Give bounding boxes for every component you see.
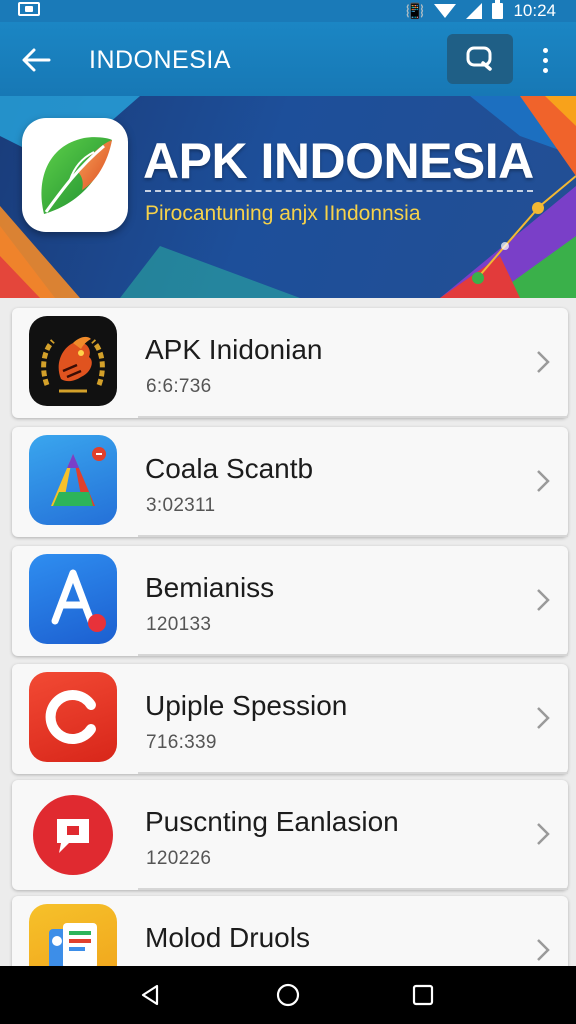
navigation-bar (0, 966, 576, 1024)
banner-divider (145, 190, 533, 192)
list-item[interactable]: Bemianiss 120133 (12, 546, 568, 656)
vibrate-icon: 📳 (405, 3, 425, 20)
search-button[interactable] (447, 34, 513, 84)
app-name: Molod Druols (145, 922, 310, 953)
app-meta: 120226 (146, 848, 212, 869)
list-item[interactable]: APK Inidonian 6:6:736 (12, 308, 568, 418)
status-icons: 📳 10:24 (406, 0, 556, 22)
banner: APK INDONESIA Pirocantuning anjx IIndonn… (0, 96, 576, 298)
app-name: APK Inidonian (145, 334, 323, 365)
chevron-right-icon (537, 707, 550, 729)
notification-icon (18, 2, 40, 16)
app-meta: 6:6:736 (146, 376, 212, 397)
more-options-button[interactable] (530, 40, 560, 80)
triangle-a-icon (29, 435, 117, 525)
recents-nav-button[interactable] (403, 980, 443, 1010)
banner-title: APK INDONESIA (143, 133, 534, 189)
back-nav-button[interactable] (130, 980, 170, 1010)
tiger-emblem-icon (29, 316, 117, 406)
app-meta: 3:02311 (146, 495, 216, 516)
list-item[interactable]: Coala Scantb 3:02311 (12, 427, 568, 537)
list-item[interactable]: Upiple Spession 716:339 (12, 664, 568, 774)
battery-icon (492, 0, 504, 19)
banner-subtitle: Pirocantuning anjx IIndonnsia (145, 202, 421, 225)
red-chat-icon (29, 788, 117, 878)
app-meta: 716:339 (146, 732, 217, 753)
leaf-logo-icon (41, 137, 113, 214)
red-c-icon (29, 672, 117, 762)
more-vert-icon (542, 47, 548, 53)
signal-icon (466, 3, 483, 19)
chevron-right-icon (537, 589, 550, 611)
home-nav-button[interactable] (268, 980, 308, 1010)
wifi-icon (434, 4, 457, 18)
recents-nav-icon (412, 984, 434, 1006)
page-title: INDONESIA (89, 46, 232, 74)
app-store-a-icon (29, 554, 117, 644)
banner-logo (22, 118, 128, 232)
app-meta: 120133 (146, 614, 212, 635)
chevron-right-icon (537, 823, 550, 845)
search-icon (466, 46, 492, 71)
chevron-right-icon (537, 470, 550, 492)
app-name: Puscnting Eanlasion (145, 806, 399, 837)
chevron-right-icon (537, 351, 550, 373)
list-item[interactable]: Puscnting Eanlasion 120226 (12, 780, 568, 890)
back-button[interactable] (18, 42, 54, 78)
back-nav-icon (141, 984, 159, 1006)
status-bar: 📳 10:24 (0, 0, 576, 22)
home-nav-icon (276, 983, 300, 1007)
back-arrow-icon (22, 48, 51, 72)
app-name: Coala Scantb (145, 453, 314, 484)
chevron-right-icon (537, 939, 550, 961)
status-time: 10:24 (513, 1, 556, 20)
app-name: Bemianiss (145, 572, 275, 603)
app-name: Upiple Spession (145, 690, 348, 721)
app-bar: INDONESIA (0, 22, 576, 96)
